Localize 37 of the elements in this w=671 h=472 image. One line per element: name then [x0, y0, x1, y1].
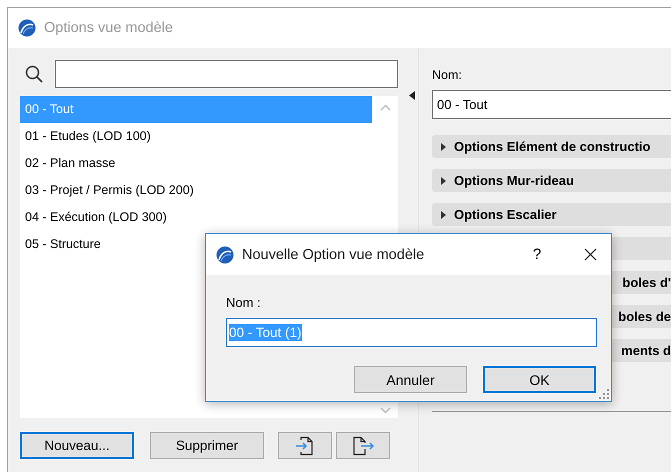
- section-title: Options Escalier: [454, 207, 557, 222]
- list-item[interactable]: 04 - Exécution (LOD 300): [20, 204, 372, 231]
- resize-grip-icon[interactable]: [599, 389, 609, 399]
- file-arrow-in-icon: [295, 436, 315, 456]
- app-logo-icon: [18, 19, 36, 37]
- expand-arrow-icon: [441, 142, 446, 150]
- name-field[interactable]: 00 - Tout: [432, 90, 671, 119]
- section-title: ments d: [621, 343, 671, 358]
- name-label: Nom:: [432, 68, 463, 82]
- expand-arrow-icon: [441, 210, 446, 218]
- list-item[interactable]: 03 - Projet / Permis (LOD 200): [20, 177, 372, 204]
- section-header[interactable]: Options Escalier: [432, 203, 671, 226]
- expand-arrow-icon: [441, 176, 446, 184]
- section-title: Options Mur-rideau: [454, 173, 574, 188]
- collapse-arrow-icon[interactable]: [409, 91, 415, 100]
- dialog-title: Nouvelle Option vue modèle: [242, 246, 426, 262]
- dialog-button[interactable]: Annuler: [354, 366, 467, 393]
- section-header[interactable]: Options Elément de constructio: [432, 135, 671, 158]
- search-icon: [25, 65, 43, 83]
- section-title: boles d': [622, 275, 671, 290]
- search-field[interactable]: [55, 60, 398, 88]
- section-header[interactable]: Options Mur-rideau: [432, 169, 671, 192]
- section-title: boles de: [618, 309, 671, 324]
- app-logo-icon: [216, 246, 234, 264]
- dialog-button[interactable]: OK: [483, 366, 596, 393]
- import-button[interactable]: [278, 432, 332, 459]
- list-item[interactable]: 02 - Plan masse: [20, 150, 372, 177]
- close-icon[interactable]: [584, 248, 597, 261]
- action-button[interactable]: Supprimer: [150, 432, 264, 459]
- file-arrow-out-icon: [352, 436, 374, 456]
- help-button[interactable]: ?: [522, 246, 552, 263]
- name-label: Nom :: [226, 295, 262, 310]
- action-button[interactable]: Nouveau...: [20, 432, 134, 459]
- list-item[interactable]: 01 - Etudes (LOD 100): [20, 123, 372, 150]
- window-title: Options vue modèle: [44, 20, 173, 36]
- export-button[interactable]: [336, 432, 390, 459]
- section-title: Options Elément de constructio: [454, 139, 650, 154]
